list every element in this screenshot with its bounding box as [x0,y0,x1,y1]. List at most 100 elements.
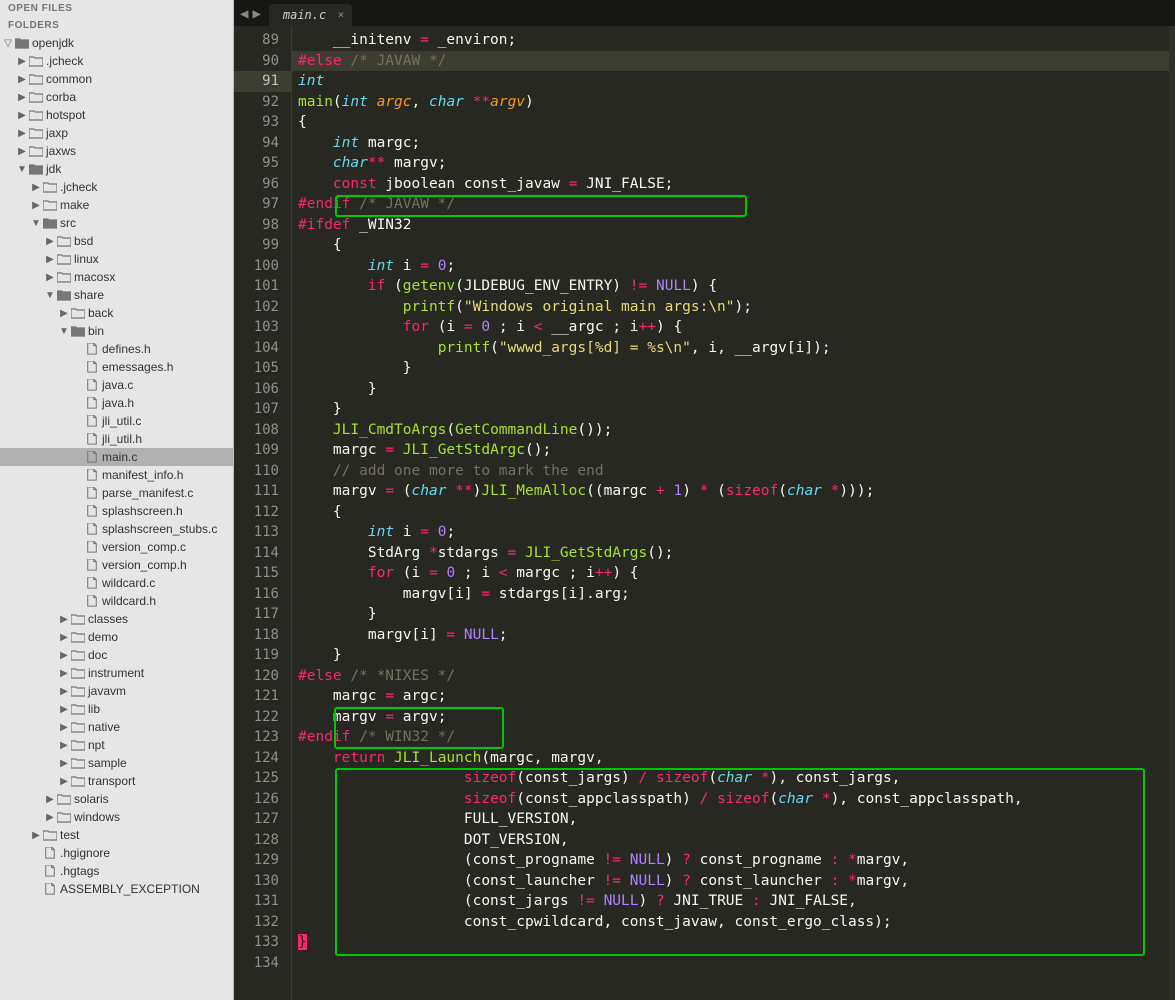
tree-file[interactable]: .hgignore [0,844,233,862]
disclosure-icon[interactable]: ▶ [58,704,70,715]
tree-folder[interactable]: ▽openjdk [0,34,233,52]
disclosure-icon[interactable]: ▶ [58,650,70,661]
line-number[interactable]: 123 [234,727,291,748]
line-number[interactable]: 117 [234,604,291,625]
tree-file[interactable]: java.h [0,394,233,412]
tree-folder[interactable]: ▶demo [0,628,233,646]
code-line[interactable]: } [292,932,1175,953]
tree-folder[interactable]: ▶bsd [0,232,233,250]
line-number[interactable]: 120 [234,666,291,687]
code-line[interactable]: if (getenv(JLDEBUG_ENV_ENTRY) != NULL) { [292,276,1175,297]
tree-folder[interactable]: ▶transport [0,772,233,790]
tree-folder[interactable]: ▼jdk [0,160,233,178]
tree-folder[interactable]: ▶javavm [0,682,233,700]
tree-file[interactable]: wildcard.h [0,592,233,610]
line-number[interactable]: 98 [234,215,291,236]
disclosure-icon[interactable]: ▶ [58,686,70,697]
tree-folder[interactable]: ▶make [0,196,233,214]
tree-file[interactable]: jli_util.c [0,412,233,430]
tree-folder[interactable]: ▶sample [0,754,233,772]
nav-back-icon[interactable]: ◀ [240,6,248,22]
disclosure-icon[interactable]: ▶ [30,200,42,211]
code-line[interactable]: } [292,645,1175,666]
line-number[interactable]: 102 [234,297,291,318]
line-number[interactable]: 126 [234,789,291,810]
folder-tree[interactable]: ▽openjdk▶.jcheck▶common▶corba▶hotspot▶ja… [0,34,233,898]
line-number[interactable]: 90 [234,51,291,72]
tree-folder[interactable]: ▶lib [0,700,233,718]
code-line[interactable]: { [292,235,1175,256]
disclosure-icon[interactable]: ▶ [30,830,42,841]
code-line[interactable]: } [292,379,1175,400]
disclosure-icon[interactable]: ▶ [58,722,70,733]
disclosure-icon[interactable]: ▶ [58,740,70,751]
disclosure-icon[interactable]: ▶ [58,758,70,769]
code-line[interactable]: #endif /* JAVAW */ [292,194,1175,215]
line-number[interactable]: 132 [234,912,291,933]
disclosure-icon[interactable]: ▶ [58,308,70,319]
code-text[interactable]: __initenv = _environ;#else /* JAVAW */ in… [292,26,1175,1000]
tree-folder[interactable]: ▶doc [0,646,233,664]
code-line[interactable]: } [292,358,1175,379]
code-line[interactable]: #else /* JAVAW */ [292,51,1175,72]
line-number[interactable]: 89 [234,30,291,51]
code-line[interactable]: // add one more to mark the end [292,461,1175,482]
tree-folder[interactable]: ▶corba [0,88,233,106]
code-line[interactable]: printf("Windows original main args:\n"); [292,297,1175,318]
code-line[interactable]: __initenv = _environ; [292,30,1175,51]
tree-file[interactable]: defines.h [0,340,233,358]
tree-folder[interactable]: ▶solaris [0,790,233,808]
code-line[interactable]: sizeof(const_jargs) / sizeof(char *), co… [292,768,1175,789]
line-number[interactable]: 110 [234,461,291,482]
code-line[interactable]: (const_launcher != NULL) ? const_launche… [292,871,1175,892]
tree-folder[interactable]: ▶common [0,70,233,88]
code-line[interactable]: JLI_CmdToArgs(GetCommandLine()); [292,420,1175,441]
tree-folder[interactable]: ▶macosx [0,268,233,286]
nav-arrows[interactable]: ◀▶ [240,6,261,26]
line-number[interactable]: 118 [234,625,291,646]
code-line[interactable]: DOT_VERSION, [292,830,1175,851]
code-line[interactable]: int i = 0; [292,256,1175,277]
tree-file[interactable]: ASSEMBLY_EXCEPTION [0,880,233,898]
code-line[interactable]: #endif /* WIN32 */ [292,727,1175,748]
code-line[interactable]: (const_jargs != NULL) ? JNI_TRUE : JNI_F… [292,891,1175,912]
line-number[interactable]: 94 [234,133,291,154]
disclosure-icon[interactable]: ▼ [58,326,70,337]
tree-folder[interactable]: ▶linux [0,250,233,268]
code-line[interactable]: #ifdef _WIN32 [292,215,1175,236]
disclosure-icon[interactable]: ▼ [30,218,42,229]
code-line[interactable]: int margc; [292,133,1175,154]
line-number[interactable]: 122 [234,707,291,728]
line-number[interactable]: 101 [234,276,291,297]
line-number[interactable]: 92 [234,92,291,113]
line-number[interactable]: 127 [234,809,291,830]
disclosure-icon[interactable]: ▶ [58,776,70,787]
tree-file[interactable]: wildcard.c [0,574,233,592]
minimap[interactable] [1169,26,1175,1000]
code-line[interactable]: StdArg *stdargs = JLI_GetStdArgs(); [292,543,1175,564]
disclosure-icon[interactable]: ▼ [44,290,56,301]
tree-file[interactable]: splashscreen_stubs.c [0,520,233,538]
code-line[interactable]: } [292,604,1175,625]
line-number[interactable]: 111 [234,481,291,502]
line-number[interactable]: 103 [234,317,291,338]
tree-folder[interactable]: ▶classes [0,610,233,628]
tree-file[interactable]: version_comp.h [0,556,233,574]
line-number[interactable]: 91 [234,71,291,92]
tree-file[interactable]: java.c [0,376,233,394]
tree-file[interactable]: version_comp.c [0,538,233,556]
code-line[interactable]: int i = 0; [292,522,1175,543]
line-number[interactable]: 121 [234,686,291,707]
gutter[interactable]: 8990919293949596979899100101102103104105… [234,26,292,1000]
code-line[interactable]: } [292,399,1175,420]
line-number[interactable]: 129 [234,850,291,871]
code-line[interactable]: margv[i] = stdargs[i].arg; [292,584,1175,605]
code-line[interactable]: return JLI_Launch(margc, margv, [292,748,1175,769]
disclosure-icon[interactable]: ▶ [30,182,42,193]
tab-mainc[interactable]: main.c× [269,4,352,26]
tree-folder[interactable]: ▶instrument [0,664,233,682]
tree-file[interactable]: manifest_info.h [0,466,233,484]
tree-file[interactable]: main.c [0,448,233,466]
line-number[interactable]: 130 [234,871,291,892]
disclosure-icon[interactable]: ▶ [44,812,56,823]
